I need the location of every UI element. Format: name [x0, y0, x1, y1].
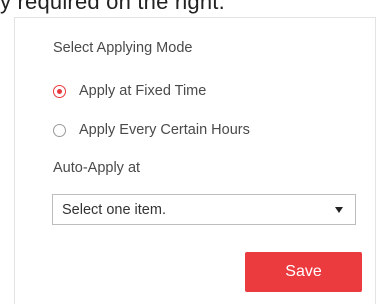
applying-mode-title: Select Applying Mode: [53, 40, 193, 56]
apply-settings-window: y required on the right. Select Applying…: [0, 0, 377, 304]
clipped-heading-text: y required on the right.: [0, 0, 225, 14]
save-button[interactable]: Save: [245, 252, 362, 292]
auto-apply-select-value: Select one item.: [62, 202, 166, 218]
auto-apply-select[interactable]: Select one item.: [52, 194, 356, 225]
caret-down-icon[interactable]: [335, 207, 343, 213]
radio-apply-every-certain-hours[interactable]: Apply Every Certain Hours: [53, 120, 250, 140]
radio-checked-icon[interactable]: [53, 84, 66, 98]
radio-unchecked-icon[interactable]: [53, 123, 66, 137]
radio-apply-every-certain-hours-label[interactable]: Apply Every Certain Hours: [79, 122, 250, 138]
auto-apply-label: Auto-Apply at: [53, 160, 141, 176]
clipped-heading: y required on the right.: [0, 0, 377, 15]
radio-apply-fixed-time[interactable]: Apply at Fixed Time: [53, 81, 206, 101]
radio-apply-fixed-time-label[interactable]: Apply at Fixed Time: [79, 83, 206, 99]
